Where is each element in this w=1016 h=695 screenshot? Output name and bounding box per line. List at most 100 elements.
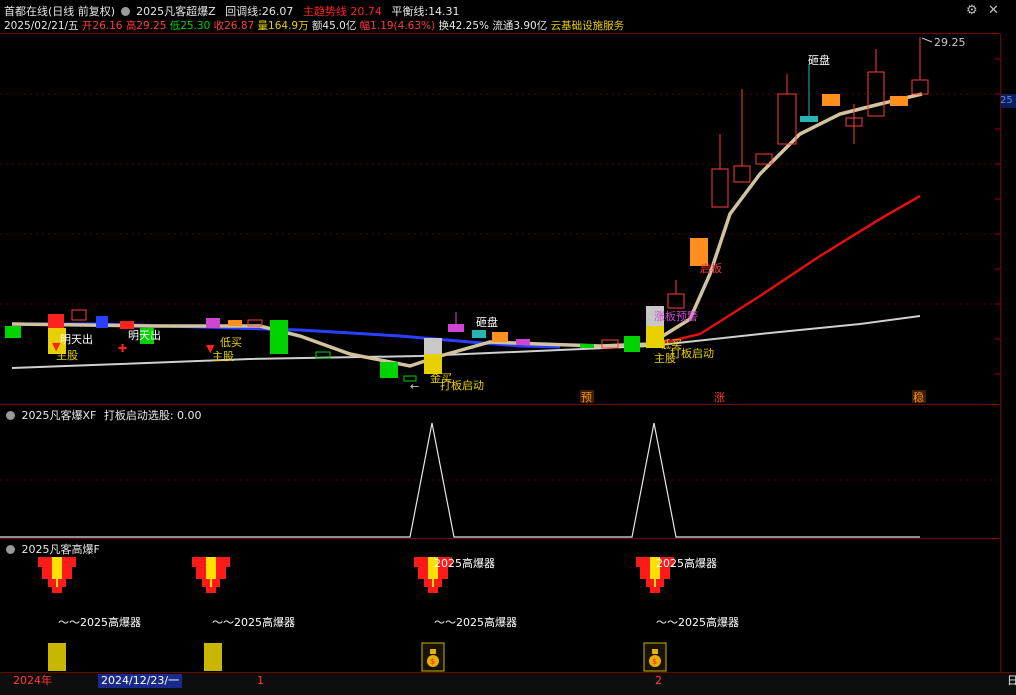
top-label-2: 2025高爆器 (656, 556, 717, 570)
pillar (424, 354, 442, 374)
main-annotations: 29.25 砸盘 砸盘 明天出 明天出 低买 低买 主股 主股 主股 打板启动 … (52, 36, 966, 393)
candle (380, 362, 398, 378)
right-axis-ticks (995, 58, 1000, 375)
timeline-mark-1: 1 (257, 674, 264, 687)
close-icon[interactable]: ✕ (988, 3, 999, 18)
ming-chu-label-1: 明天出 (60, 332, 93, 346)
candle (733, 165, 751, 183)
quote-close: 收26.87 (213, 20, 255, 32)
ming-chu-label-2: 明天出 (128, 328, 161, 342)
marker-2: 涨 (714, 391, 725, 404)
candle (206, 318, 220, 328)
explosion-icons (38, 557, 674, 593)
qi-ban-label: 启板 (700, 261, 722, 275)
zapan-top-label: 砸盘 (808, 53, 830, 67)
quote-open: 开26.16 (81, 20, 123, 32)
di-mai-label-1: 低买 (220, 336, 242, 349)
trend-line (649, 194, 921, 348)
bomb-icon (192, 557, 230, 593)
quote-turnover: 换42.25% (438, 20, 489, 32)
bomb-icon (38, 557, 76, 593)
bottom-label-4: ～～2025高爆器 (656, 615, 739, 629)
bottom-label-1: ～～2025高爆器 (58, 615, 141, 629)
trend-value: 20.74 (350, 5, 382, 18)
candle (911, 79, 929, 95)
red-dot-marker: ▼ (206, 342, 215, 355)
candle (516, 339, 530, 345)
candle (667, 293, 685, 309)
gold-bars: $ $ (48, 642, 667, 672)
gold-bar (204, 643, 222, 671)
quote-float: 流通3.90亿 (492, 20, 548, 32)
red-dot-marker: ✚ (118, 342, 127, 355)
candle (48, 314, 64, 328)
pullback-value: 26.07 (261, 5, 294, 18)
quote-sector: 云基础设施服务 (550, 20, 625, 32)
money-bag-icon: $ (421, 642, 445, 672)
candle (800, 116, 818, 122)
zapan-mid-label: 砸盘 (476, 315, 498, 329)
marker-3: 稳 (913, 390, 924, 404)
zhu-gu-label-2: 主股 (212, 350, 234, 363)
candle (270, 320, 288, 354)
jin-mai-label: 金买 (430, 371, 452, 385)
candle (580, 344, 594, 348)
red-dot-marker: ▼ (52, 340, 61, 353)
candle (5, 326, 21, 338)
candle (228, 320, 242, 326)
candle (777, 93, 797, 145)
arrow-marker: ← (410, 380, 419, 393)
bottom-label-3: ～～2025高爆器 (434, 615, 517, 629)
year-label: 2024年 (13, 674, 52, 687)
header-line-1: 首都在线(日线 前复权) 2025凡客超爆Z 回调线:26.07 主趋势线 20… (4, 3, 460, 19)
stock-name[interactable]: 首都在线(日线 前复权) (4, 5, 115, 18)
right-axis-line (1000, 34, 1001, 672)
bottom-markers: 预 涨 稳 (580, 390, 926, 404)
main-price-chart[interactable]: 29.25 砸盘 砸盘 明天出 明天出 低买 低买 主股 主股 主股 打板启动 … (0, 34, 1000, 404)
panel2-chart[interactable] (0, 405, 1000, 538)
svg-text:$: $ (430, 657, 435, 666)
timeline-mark-2: 2 (655, 674, 662, 687)
header-bar: 首都在线(日线 前复权) 2025凡客超爆Z 回调线:26.07 主趋势线 20… (0, 0, 1016, 34)
balance-label: 平衡线: (391, 5, 429, 18)
candle (472, 330, 486, 338)
candle (492, 332, 508, 342)
gold-bar (48, 643, 66, 671)
balance-value: 14.31 (428, 5, 460, 18)
svg-text:$: $ (652, 657, 657, 666)
candle (624, 336, 640, 352)
da-ban-label-2: 打板启动 (670, 346, 714, 360)
high-price-pointer (921, 37, 933, 43)
quote-change: 幅1.19(4.63%) (359, 20, 436, 32)
pullback-line (11, 92, 923, 368)
high-price-label: 29.25 (934, 36, 966, 49)
timeline-bar[interactable]: 2024年 2024/12/23/一 1 2 日 (0, 672, 1016, 695)
timeline-right-label: 日 (1007, 674, 1016, 687)
candle (711, 168, 729, 208)
trend-label: 主趋势线 (302, 5, 347, 18)
bottom-label-2: ～～2025高爆器 (212, 615, 295, 629)
candle (71, 309, 87, 321)
quote-amount: 额45.0亿 (311, 20, 357, 32)
top-label-1: 2025高爆器 (434, 556, 495, 570)
money-bag-icon: $ (643, 642, 667, 672)
zhang-ban-label-1: 涨板预警 (654, 309, 698, 323)
candle (448, 324, 464, 332)
date-label[interactable]: 2024/12/23/一 (98, 674, 183, 688)
indicator-name[interactable]: 2025凡客超爆Z (136, 5, 216, 18)
marker-1: 预 (581, 391, 592, 404)
right-price-tag: 25 (1000, 94, 1016, 108)
candle (96, 316, 108, 328)
candle (890, 96, 908, 106)
chevron-down-icon[interactable] (120, 7, 130, 16)
quote-low: 低25.30 (169, 20, 211, 32)
candle (822, 94, 840, 106)
settings-gear-icon[interactable]: ⚙ (966, 3, 978, 18)
quote-date: 2025/02/21/五 (4, 20, 79, 32)
quote-volume: 量164.9万 (257, 20, 309, 32)
quote-high: 高29.25 (125, 20, 167, 32)
candle (120, 321, 134, 329)
panel3-chart[interactable]: 2025高爆器 2025高爆器 ～～2025高爆器 ～～2025高爆器 ～～20… (0, 539, 1000, 672)
header-line-2: 2025/02/21/五 开26.16 高29.25 低25.30 收26.87… (4, 18, 624, 33)
pullback-label: 回调线: (225, 5, 262, 18)
